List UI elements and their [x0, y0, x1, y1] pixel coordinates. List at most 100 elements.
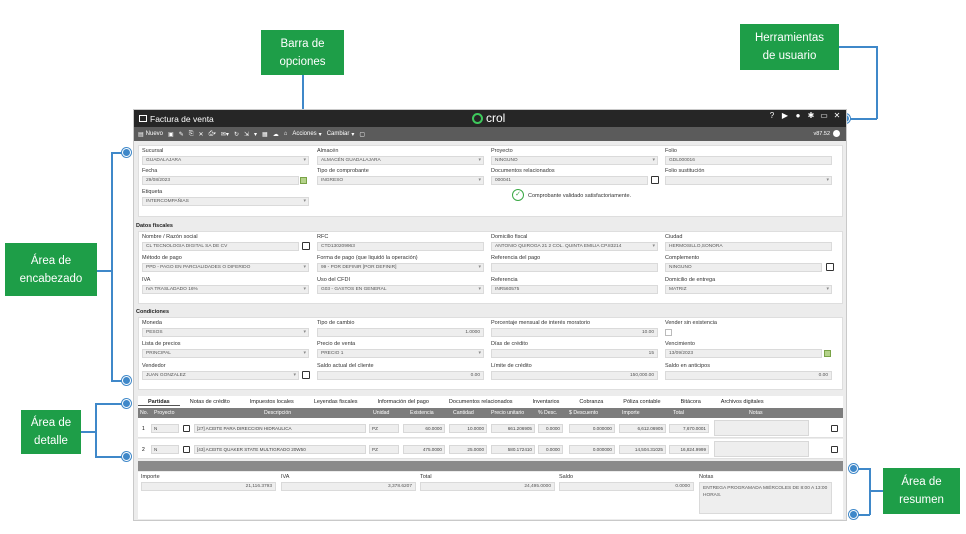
- row-description-select[interactable]: [27] ACEITE PARA DIRECCION HIDRAULICA: [194, 424, 366, 433]
- rfc-field[interactable]: CTD130209963: [317, 242, 484, 251]
- tab-leyendas-fiscales[interactable]: Leyendas fiscales: [304, 399, 368, 405]
- row-price-input[interactable]: 580.172410: [491, 445, 535, 454]
- cancel-icon[interactable]: ✕: [199, 131, 204, 138]
- folio-sustitucion-select[interactable]: ▾: [665, 176, 832, 185]
- porcentaje-field[interactable]: 10.00: [491, 328, 658, 337]
- row-unit-select[interactable]: PZ: [369, 424, 399, 433]
- product-search-icon[interactable]: [183, 425, 190, 432]
- saldo-anticipos-field[interactable]: 0.00: [665, 371, 832, 380]
- dias-field[interactable]: 15: [491, 349, 658, 358]
- search-seller-icon[interactable]: [302, 371, 310, 379]
- briefcase-icon[interactable]: ▦: [262, 131, 268, 138]
- tab-cobranza[interactable]: Cobranza: [569, 399, 613, 405]
- row-detail-icon[interactable]: [831, 446, 838, 453]
- fecha-label: Fecha: [142, 168, 158, 174]
- tab-bitacora[interactable]: Bitácora: [671, 399, 711, 405]
- video-icon[interactable]: ▶: [781, 112, 789, 120]
- row-discount-input[interactable]: 0.000000: [569, 424, 615, 433]
- uso-cfdi-select[interactable]: G03 - GASTOS EN GENERAL ▾: [317, 285, 484, 294]
- email-icon[interactable]: ✉▾: [221, 131, 229, 138]
- calendar-icon[interactable]: [300, 177, 307, 184]
- forma-pago-select[interactable]: 99 - POR DEFINIR [POR DEFINIR] ▾: [317, 263, 484, 272]
- precio-venta-select[interactable]: PRECIO 1 ▾: [317, 349, 484, 358]
- grid-footer-bar: [138, 461, 843, 471]
- referencia-pago-field[interactable]: [491, 263, 658, 272]
- etiqueta-select[interactable]: INTERCOMPAÑIAS ▾: [142, 197, 309, 206]
- tab-archivos-digitales[interactable]: Archivos digitales: [711, 399, 774, 405]
- row-detail-icon[interactable]: [831, 425, 838, 432]
- edit-icon[interactable]: ✎: [179, 131, 184, 138]
- save-icon[interactable]: ▣: [168, 131, 174, 138]
- domicilio-fiscal-select[interactable]: ANTONIO QUIROGA 21 2 COL. QUINTA EMILIA …: [491, 242, 658, 251]
- cloud-icon[interactable]: ☁: [273, 131, 279, 138]
- settings-icon[interactable]: ✱: [807, 112, 815, 120]
- product-search-icon[interactable]: [183, 446, 190, 453]
- row-notes-input[interactable]: [714, 420, 809, 436]
- table-row[interactable]: 1 N [27] ACEITE PARA DIRECCION HIDRAULIC…: [138, 418, 843, 438]
- window-icon[interactable]: ▭: [820, 112, 828, 120]
- tipo-cambio-field[interactable]: 1.0000: [317, 328, 484, 337]
- tab-inventarios[interactable]: Inventarios: [523, 399, 570, 405]
- print-icon[interactable]: ⎙▾: [209, 131, 216, 138]
- change-menu[interactable]: Cambiar ▾: [327, 131, 355, 138]
- tab-partidas[interactable]: Partidas: [138, 399, 180, 406]
- tab-notas-credito[interactable]: Notas de crédito: [180, 399, 240, 405]
- row-project-select[interactable]: N: [151, 424, 179, 433]
- actions-menu[interactable]: Acciones ▾: [292, 131, 321, 138]
- row-unit-select[interactable]: PZ: [369, 445, 399, 454]
- metodo-pago-select[interactable]: PPD - PAGO EN PARCIALIDADES O DIFERIDO ▾: [142, 263, 309, 272]
- iva-select[interactable]: IVA TRASLADADO 16% ▾: [142, 285, 309, 294]
- row-description-select[interactable]: [43] ACEITE QUAKER STATE MULTIGRADO 20W5…: [194, 445, 366, 454]
- notes-textarea[interactable]: ENTREGA PROGRAMADA MIÉRCOLES DE 8:00 A 1…: [699, 482, 832, 514]
- attach-icon[interactable]: ⌂: [284, 131, 288, 137]
- documentos-field[interactable]: 000041: [491, 176, 648, 185]
- calendar-icon[interactable]: [824, 350, 831, 357]
- new-button[interactable]: ▤ Nuevo: [138, 131, 163, 138]
- domicilio-entrega-select[interactable]: MATRIZ ▾: [665, 285, 832, 294]
- close-icon[interactable]: ✕: [833, 112, 841, 120]
- almacen-select[interactable]: ALMACÉN GUADALAJARA ▾: [317, 156, 484, 165]
- notas-label: Notas: [699, 474, 714, 480]
- row-price-input[interactable]: 661.206905: [491, 424, 535, 433]
- help-icon[interactable]: ?: [768, 112, 776, 120]
- export-icon[interactable]: ⇲: [244, 131, 249, 138]
- chevron-down-icon: ▾: [478, 286, 481, 292]
- chat-icon[interactable]: ●: [794, 112, 802, 120]
- search-document-icon[interactable]: [651, 176, 659, 184]
- row-project-select[interactable]: N: [151, 445, 179, 454]
- search-client-icon[interactable]: [302, 242, 310, 250]
- folio-field[interactable]: GDL000016: [665, 156, 832, 165]
- row-quantity-input[interactable]: 25.0000: [449, 445, 487, 454]
- moneda-select[interactable]: PESOS ▾: [142, 328, 309, 337]
- table-row[interactable]: 2 N [43] ACEITE QUAKER STATE MULTIGRADO …: [138, 439, 843, 459]
- complemento-field[interactable]: NINGUNO: [665, 263, 822, 272]
- filter-icon[interactable]: ▾: [254, 131, 257, 138]
- tab-poliza-contable[interactable]: Póliza contable: [613, 399, 670, 405]
- nombre-field[interactable]: CL TECNOLOGIA DIGITAL SA DE CV: [142, 242, 299, 251]
- etiqueta-value: INTERCOMPAÑIAS: [146, 199, 189, 204]
- row-discount-input[interactable]: 0.000000: [569, 445, 615, 454]
- row-notes-input[interactable]: [714, 441, 809, 457]
- vendedor-select[interactable]: JUAN GONZALEZ ▾: [142, 371, 299, 380]
- row-discount-pct-input[interactable]: 0.0000: [538, 445, 563, 454]
- vender-checkbox[interactable]: [665, 329, 672, 336]
- ciudad-field[interactable]: HERMOSILLO,SONORA: [665, 242, 832, 251]
- vencimiento-field[interactable]: 13/09/2023: [665, 349, 822, 358]
- lista-select[interactable]: PRINCIPAL ▾: [142, 349, 309, 358]
- copy-icon[interactable]: ⎘: [189, 131, 194, 138]
- window-icon[interactable]: ▢: [359, 131, 365, 138]
- fecha-field[interactable]: 29/08/2023: [142, 176, 299, 185]
- refresh-icon[interactable]: ↻: [234, 131, 239, 138]
- row-quantity-input[interactable]: 10.0000: [449, 424, 487, 433]
- limite-field[interactable]: 150,000.00: [491, 371, 658, 380]
- tipo-comprobante-select[interactable]: INGRESO ▾: [317, 176, 484, 185]
- saldo-actual-field[interactable]: 0.00: [317, 371, 484, 380]
- row-discount-pct-input[interactable]: 0.0000: [538, 424, 563, 433]
- sucursal-select[interactable]: GUADALAJARA ▾: [142, 156, 309, 165]
- referencia-field[interactable]: INR560575: [491, 285, 658, 294]
- tab-impuestos-locales[interactable]: Impuestos locales: [240, 399, 304, 405]
- tab-documentos-relacionados[interactable]: Documentos relacionados: [439, 399, 523, 405]
- proyecto-select[interactable]: NINGUNO ▾: [491, 156, 658, 165]
- tab-informacion-pago[interactable]: Información del pago: [368, 399, 439, 405]
- search-complement-icon[interactable]: [826, 263, 834, 271]
